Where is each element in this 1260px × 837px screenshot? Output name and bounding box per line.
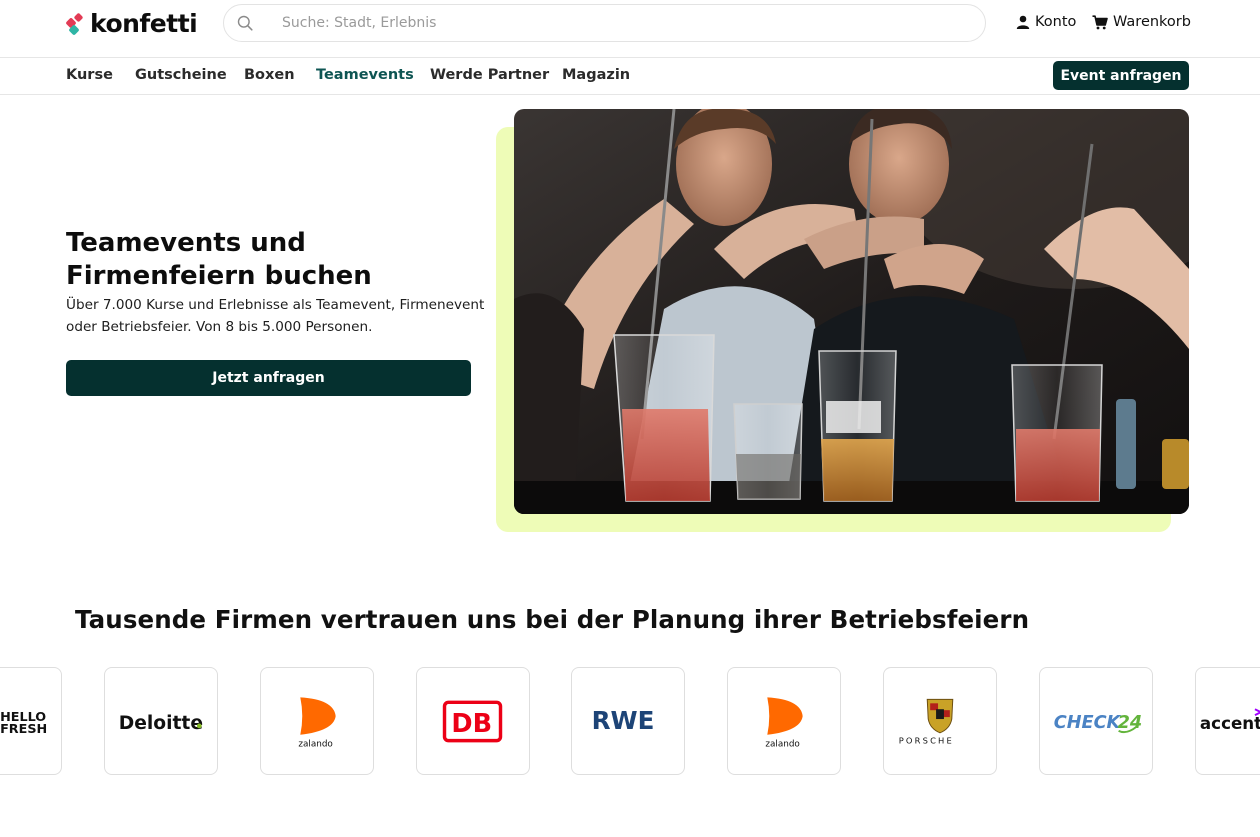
nav-item-gutscheine[interactable]: Gutscheine [135,67,227,83]
logo-text: konfetti [90,9,198,38]
konfetti-logo[interactable]: konfetti [65,9,198,38]
event-request-button[interactable]: Event anfragen [1053,61,1189,90]
check24-logo: CHECK 24 [1054,713,1142,734]
cart-icon [1092,14,1108,29]
porsche-logo: PORSCHE [899,698,954,746]
search-input[interactable] [282,11,962,35]
logo-card-zalando: zalando [260,667,374,775]
rwe-logo: RWE [592,706,655,735]
logo-card-zalando-2: zalando [727,667,841,775]
db-logo: DB [442,700,503,743]
svg-text:zalando: zalando [298,740,333,750]
svg-text:PORSCHE: PORSCHE [899,736,954,746]
logo-card-hellofresh: HELLO FRESH [0,667,62,775]
request-now-button[interactable]: Jetzt anfragen [66,360,471,396]
deloitte-logo: Deloitte [119,713,203,734]
logo-card-porsche: PORSCHE [883,667,997,775]
nav-item-kurse[interactable]: Kurse [66,67,113,83]
top-header: konfetti Konto Warenkorb [0,0,1260,58]
logo-card-db: DB [416,667,530,775]
logo-card-check24: CHECK 24 [1039,667,1153,775]
cart-label: Warenkorb [1113,14,1191,30]
search-bar[interactable] [223,4,986,42]
nav-item-werde-partner[interactable]: Werde Partner [430,67,549,83]
svg-text:Deloitte: Deloitte [119,713,203,734]
nav-item-magazin[interactable]: Magazin [562,67,630,83]
hero-image-cocktail-workshop [514,109,1189,514]
logo-card-rwe: RWE [571,667,685,775]
svg-text:CHECK: CHECK [1054,713,1122,733]
hellofresh-logo: HELLO FRESH [0,710,47,737]
hero-subtitle: Über 7.000 Kurse und Erlebnisse als Team… [66,297,485,335]
svg-text:DB: DB [451,709,492,739]
logo-card-deloitte: Deloitte [104,667,218,775]
svg-text:zalando: zalando [765,740,800,750]
cart-link[interactable]: Warenkorb [1092,14,1191,30]
svg-text:RWE: RWE [592,706,655,735]
user-icon [1016,15,1030,29]
account-label: Konto [1035,14,1077,30]
hero-title: Teamevents und Firmenfeiern buchen [66,228,372,291]
svg-text:FRESH: FRESH [0,722,47,737]
zalando-logo: zalando [298,697,336,750]
trust-section-title: Tausende Firmen vertrauen uns bei der Pl… [75,605,1030,634]
search-icon[interactable] [237,15,253,31]
accenture-logo: accenture [1200,708,1260,733]
konfetti-logo-mark-icon [65,12,84,36]
logo-card-accenture: accenture [1195,667,1260,775]
main-nav: Kurse Gutscheine Boxen Teamevents Werde … [0,58,1260,95]
zalando-logo: zalando [765,697,803,750]
nav-item-boxen[interactable]: Boxen [244,67,295,83]
nav-item-teamevents[interactable]: Teamevents [316,67,414,83]
svg-text:accenture: accenture [1200,713,1260,733]
account-link[interactable]: Konto [1016,14,1076,30]
